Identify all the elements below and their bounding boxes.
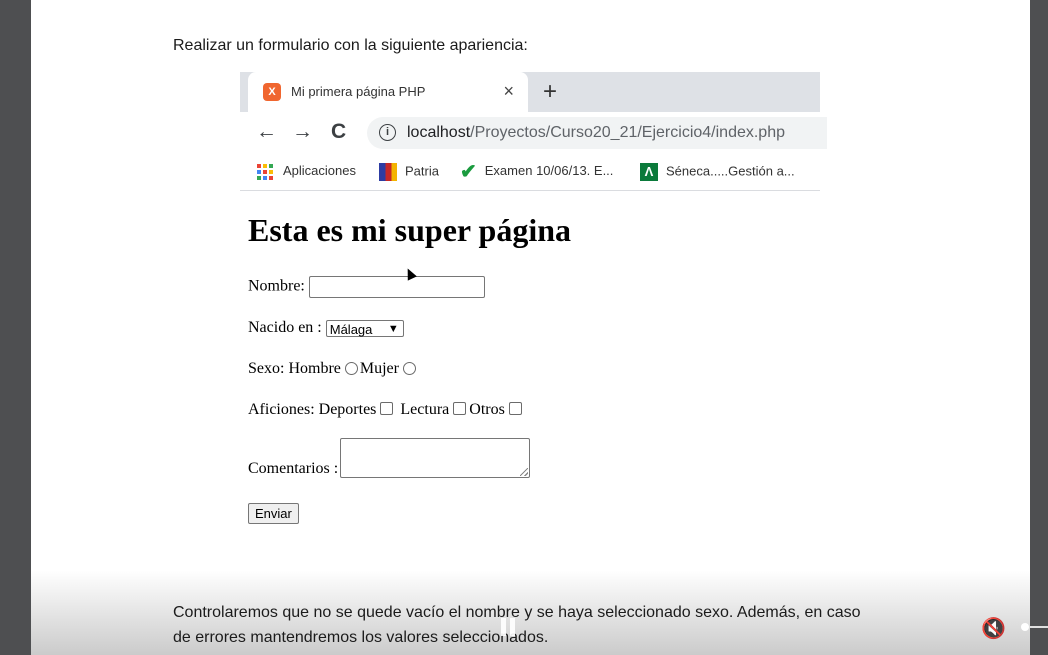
forward-arrow-icon[interactable]: → <box>292 120 313 144</box>
url-host: localhost <box>407 124 471 141</box>
aficiones-row: Aficiones: Deportes Lectura Otros <box>248 401 525 419</box>
pause-icon[interactable] <box>501 618 517 636</box>
mujer-label: Mujer <box>359 360 399 377</box>
chevron-down-icon: ▼ <box>387 322 399 335</box>
browser-tab[interactable]: X Mi primera página PHP × <box>248 72 528 112</box>
bookmarks-bar: Aplicaciones Patria ✔ Examen 10/06/13. E.… <box>240 154 820 191</box>
deportes-checkbox[interactable] <box>380 401 394 415</box>
bookmark-label: Séneca.....Gestión a... <box>666 163 795 179</box>
sexo-label: Sexo: Hombre <box>248 360 341 377</box>
footer-text: Controlaremos que no se quede vacío el n… <box>173 600 933 650</box>
close-tab-icon[interactable]: × <box>503 81 514 102</box>
left-side-panel <box>0 0 31 655</box>
bookmark-seneca[interactable]: Λ Séneca.....Gestión a... <box>640 163 795 181</box>
nombre-input[interactable] <box>308 276 485 298</box>
back-arrow-icon[interactable]: ← <box>256 120 277 144</box>
page-content: Esta es mi super página Nombre: Nacido e… <box>248 212 572 524</box>
footer-line-2: de errores mantendremos los valores sele… <box>173 629 549 646</box>
bookmark-label: Patria <box>405 163 439 179</box>
tab-title: Mi primera página PHP <box>291 84 426 99</box>
lectura-checkbox[interactable] <box>453 401 467 415</box>
submit-row: Enviar <box>248 503 299 524</box>
bookmark-examen[interactable]: ✔ Examen 10/06/13. E... <box>460 160 614 183</box>
tab-bar: X Mi primera página PHP × + <box>240 72 820 112</box>
footer-line-1: Controlaremos que no se quede vacío el n… <box>173 604 861 621</box>
enviar-button[interactable]: Enviar <box>248 503 299 524</box>
nombre-row: Nombre: <box>248 276 485 298</box>
apps-grid-icon <box>257 163 273 180</box>
checkmark-icon: ✔ <box>460 160 477 183</box>
url-path: /Proyectos/Curso20_21/Ejercicio4/index.p… <box>470 124 785 141</box>
browser-screenshot: X Mi primera página PHP × + ← → C i loca… <box>240 72 827 542</box>
hombre-radio[interactable] <box>344 361 358 375</box>
nacido-row: Nacido en : Málaga ▼ <box>248 319 404 337</box>
nacido-select[interactable]: Málaga ▼ <box>325 319 404 337</box>
otros-checkbox[interactable] <box>508 401 522 415</box>
url-text: localhost/Proyectos/Curso20_21/Ejercicio… <box>407 124 785 142</box>
bookmark-label: Aplicaciones <box>283 163 356 178</box>
andalucia-logo-icon: Λ <box>640 163 658 181</box>
nacido-selected-value: Málaga <box>329 321 373 337</box>
resize-grip-icon[interactable] <box>520 468 529 476</box>
book-icon <box>379 163 397 181</box>
bookmark-patria[interactable]: Patria <box>379 163 439 181</box>
reload-icon[interactable]: C <box>331 120 346 144</box>
bookmark-label: Examen 10/06/13. E... <box>484 163 614 178</box>
comentarios-textarea[interactable] <box>340 438 531 478</box>
comentarios-row: Comentarios : <box>248 438 531 478</box>
volume-slider-track[interactable] <box>1029 626 1048 628</box>
info-icon[interactable]: i <box>379 124 396 141</box>
volume-slider-handle[interactable] <box>1021 623 1029 631</box>
nombre-label: Nombre: <box>248 277 305 295</box>
browser-toolbar: ← → C i localhost/Proyectos/Curso20_21/E… <box>240 112 827 154</box>
page-heading: Esta es mi super página <box>248 212 572 248</box>
otros-label: Otros <box>469 401 505 418</box>
aficiones-label: Aficiones: Deportes <box>248 401 377 418</box>
mujer-radio[interactable] <box>402 361 416 375</box>
mute-icon[interactable]: 🔇 <box>981 616 1007 640</box>
new-tab-icon[interactable]: + <box>543 78 557 106</box>
xampp-favicon-icon: X <box>263 83 281 101</box>
sexo-row: Sexo: Hombre Mujer <box>248 360 418 378</box>
comentarios-label: Comentarios : <box>248 460 339 477</box>
address-bar[interactable]: i localhost/Proyectos/Curso20_21/Ejercic… <box>367 117 827 149</box>
right-side-panel <box>1030 0 1048 655</box>
nacido-label: Nacido en : <box>248 319 322 336</box>
lectura-label: Lectura <box>400 401 450 418</box>
intro-text: Realizar un formulario con la siguiente … <box>173 37 528 54</box>
bookmark-aplicaciones[interactable]: Aplicaciones <box>257 163 356 180</box>
